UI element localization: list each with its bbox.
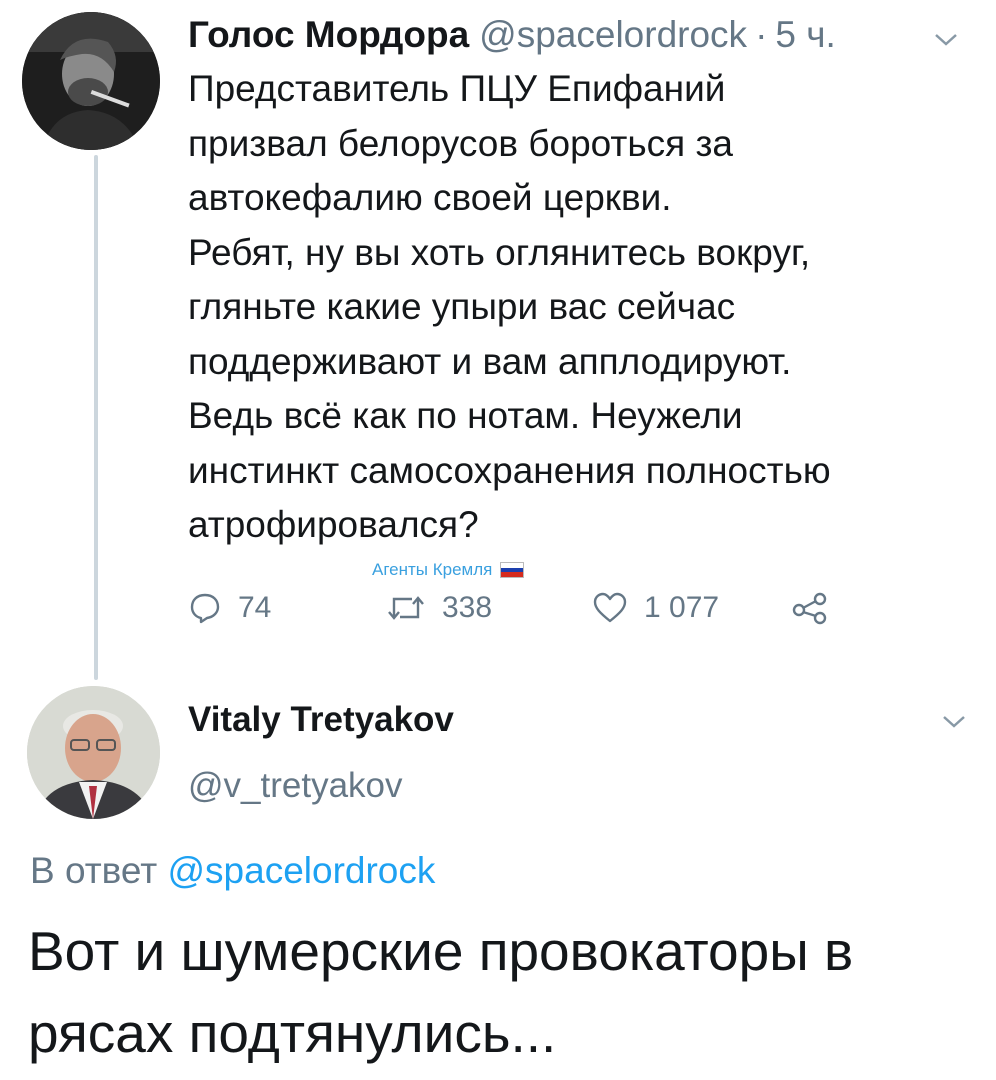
reply-button[interactable]: 74	[188, 588, 271, 628]
reply-icon	[190, 593, 220, 624]
tweet-text-line: Ребят, ну вы хоть оглянитесь вокруг,	[188, 231, 811, 273]
tweet-text: Вот и шумерские провокаторы в рясах подт…	[28, 910, 978, 1074]
tweet-text-line: автокефалию своей церкви.	[188, 177, 672, 218]
tweet-text-line: Вот и шумерские провокаторы в	[28, 920, 854, 982]
author-handle[interactable]: @v_tretyakov	[188, 766, 403, 806]
tweet-text-line: гляньте какие упыри вас сейчас	[188, 286, 736, 327]
author-name[interactable]: Vitaly Tretyakov	[188, 700, 454, 740]
russia-flag-icon	[500, 562, 525, 578]
tweet-text-line: инстинкт самосохранения полностью	[188, 449, 831, 491]
tweet-header: Голос Мордора @spacelordrock · 5 ч.	[188, 14, 836, 60]
retweet-count: 338	[442, 591, 493, 624]
author-name[interactable]: Голос Мордора	[188, 14, 469, 56]
heart-icon	[593, 592, 627, 623]
share-icon	[792, 592, 827, 625]
retweet-icon	[388, 596, 424, 620]
watermark-text: Агенты Кремля	[372, 560, 493, 579]
retweet-button[interactable]: 338	[386, 588, 492, 628]
reply-context: В ответ @spacelordrock	[30, 850, 435, 892]
reply-to-link[interactable]: @spacelordrock	[168, 850, 436, 891]
thread-connector	[94, 155, 98, 680]
author-avatar[interactable]	[27, 686, 160, 819]
tweet-text-line: призвал белорусов бороться за	[188, 122, 734, 164]
reply-count: 74	[238, 591, 272, 624]
tweet-timestamp[interactable]: 5 ч.	[775, 14, 835, 56]
tweet-text-line: Ведь всё как по нотам. Неужели	[188, 395, 743, 436]
author-handle[interactable]: @spacelordrock	[479, 14, 747, 56]
chevron-down-icon[interactable]	[940, 712, 968, 732]
reply-prefix: В ответ	[30, 850, 158, 891]
author-avatar[interactable]	[22, 12, 160, 150]
tweet-text-line: атрофировался?	[188, 504, 479, 545]
tweet-text: Представитель ПЦУ Епифаний призвал белор…	[188, 62, 978, 553]
avatar-photo-icon	[22, 12, 160, 150]
avatar-photo-icon	[27, 686, 160, 819]
tweet-text-line: поддерживают и вам апплодируют.	[188, 340, 792, 382]
tweet-text-line: рясах подтянулись...	[28, 1002, 557, 1064]
watermark: Агенты Кремля	[372, 560, 525, 580]
share-button[interactable]	[792, 588, 828, 628]
like-button[interactable]: 1 077	[592, 588, 719, 628]
chevron-down-icon[interactable]	[932, 30, 960, 50]
like-count: 1 077	[644, 591, 720, 624]
header-separator: ·	[755, 14, 768, 55]
tweet-text-line: Представитель ПЦУ Епифаний	[188, 68, 726, 109]
